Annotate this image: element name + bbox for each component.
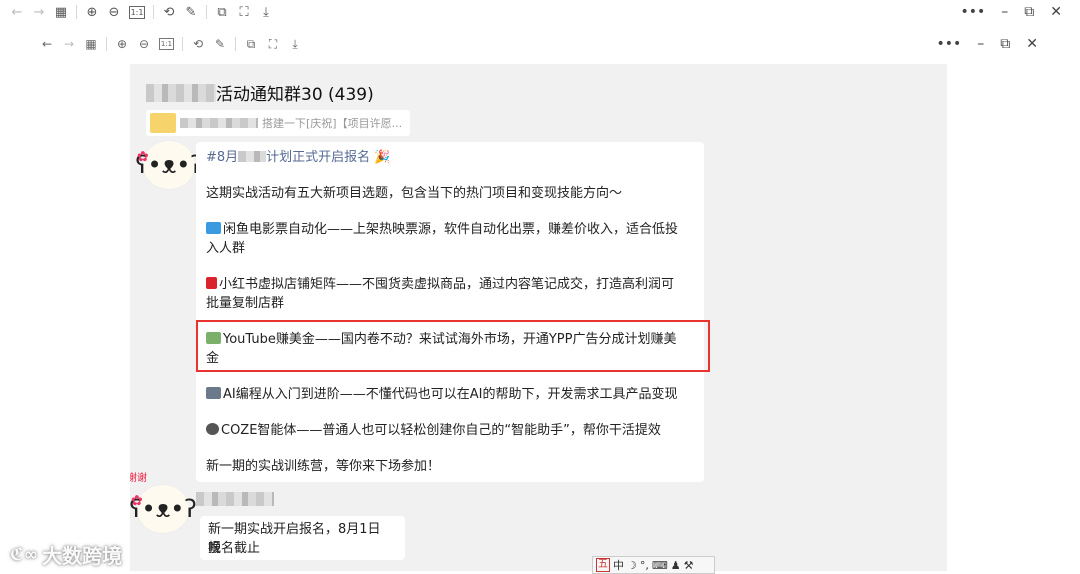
divider bbox=[206, 5, 207, 19]
crop-icon[interactable]: ⛶ bbox=[262, 33, 284, 55]
blurred-sender-name bbox=[196, 492, 274, 506]
grid-icon[interactable]: ▦ bbox=[50, 1, 72, 23]
highlight-box bbox=[196, 320, 710, 372]
punctuation-icon[interactable]: °, bbox=[640, 559, 649, 572]
hashtag-link[interactable]: #8月 bbox=[206, 150, 238, 165]
download-icon[interactable]: ⤓ bbox=[255, 1, 277, 23]
keyboard-icon[interactable]: ⌨ bbox=[652, 559, 668, 572]
minimize-icon[interactable]: – bbox=[977, 36, 984, 52]
item-text: AI编程从入门到进阶——不懂代码也可以在AI的帮助下，开发需求工具产品变现 bbox=[223, 387, 678, 402]
edit-icon[interactable]: ✎ bbox=[209, 33, 231, 55]
message-line: 批量复制店群 bbox=[206, 296, 285, 311]
rotate-icon[interactable]: ⟲ bbox=[187, 33, 209, 55]
person-at-computer-icon bbox=[206, 387, 221, 399]
divider bbox=[182, 37, 183, 51]
message-line: 小红书虚拟店铺矩阵——不囤货卖虚拟商品，通过内容笔记成交，打造高利润可 bbox=[206, 275, 692, 294]
arrow-right-icon[interactable]: → bbox=[28, 1, 50, 23]
close-icon[interactable]: ✕ bbox=[1050, 4, 1062, 20]
watermark-text: 大数跨境 bbox=[42, 544, 123, 568]
divider bbox=[235, 37, 236, 51]
ime-toolbar[interactable]: 五 中 ☽ °, ⌨ ♟ ⚒ bbox=[592, 556, 715, 574]
item-text: 闲鱼电影票自动化——上架热映票源，软件自动化出票，赚差价收入，适合低投 bbox=[223, 222, 679, 237]
divider bbox=[76, 5, 77, 19]
more-icon[interactable]: ••• bbox=[960, 4, 985, 20]
avatar[interactable]: 谢谢 ✿ ʕ•ᴥ•ʔ bbox=[130, 473, 197, 534]
thanks-tag: 谢谢 bbox=[130, 473, 147, 484]
more-icon[interactable]: ••• bbox=[936, 36, 961, 52]
message-line: #8月 计划正式开启报名 🎉 bbox=[206, 148, 692, 167]
close-icon[interactable]: ✕ bbox=[1026, 36, 1038, 52]
chat-title: 活动通知群30 (439) bbox=[146, 80, 374, 105]
group-name: 活动通知群30 (439) bbox=[216, 85, 374, 105]
divider bbox=[106, 37, 107, 51]
watermark: ℭ∞ 大数跨境 bbox=[10, 540, 122, 569]
message-bubble[interactable]: 新一期实战开启报名，8月1日晚 报名截止 bbox=[200, 516, 405, 560]
message-line: 这期实战活动有五大新项目选题，包含当下的热门项目和变现技能方向～ bbox=[206, 186, 623, 201]
ime-mode-button[interactable]: 五 bbox=[596, 558, 610, 572]
pinned-text: 搭建一下[庆祝]【项目许愿... bbox=[262, 117, 403, 130]
grid-icon[interactable]: ▦ bbox=[80, 33, 102, 55]
blurred-text bbox=[180, 118, 258, 128]
message-bubble[interactable]: #8月 计划正式开启报名 🎉 这期实战活动有五大新项目选题，包含当下的热门项目和变… bbox=[196, 142, 704, 482]
item-text: 小红书虚拟店铺矩阵——不囤货卖虚拟商品，通过内容笔记成交，打造高利润可 bbox=[219, 277, 675, 292]
message-line: 新一期的实战训练营，等你来下场参加！ bbox=[206, 459, 441, 474]
viewer-toolbar-inner: ← → ▦ ⊕ ⊖ 1:1 ⟲ ✎ ⧉ ⛶ ⤓ ••• – ⧉ ✕ bbox=[0, 32, 1080, 56]
actual-size-icon[interactable]: 1:1 bbox=[159, 38, 174, 50]
copy-icon[interactable]: ⧉ bbox=[240, 33, 262, 55]
watermark-logo-icon: ℭ∞ bbox=[10, 544, 39, 565]
message-line: AI编程从入门到进阶——不懂代码也可以在AI的帮助下，开发需求工具产品变现 bbox=[206, 385, 692, 404]
download-icon[interactable]: ⤓ bbox=[284, 33, 306, 55]
divider bbox=[153, 5, 154, 19]
copy-icon[interactable]: ⧉ bbox=[211, 1, 233, 23]
ticket-icon bbox=[206, 222, 221, 234]
blurred-text bbox=[146, 83, 216, 102]
actual-size-icon[interactable]: 1:1 bbox=[129, 5, 145, 19]
crop-icon[interactable]: ⛶ bbox=[233, 1, 255, 23]
message-line: COZE智能体——普通人也可以轻松创建你自己的“智能助手”，帮你干活提效 bbox=[206, 421, 692, 440]
party-popper-icon: 🎉 bbox=[370, 150, 391, 165]
user-icon[interactable]: ♟ bbox=[671, 559, 681, 572]
robot-face-icon bbox=[206, 423, 219, 435]
restore-icon[interactable]: ⧉ bbox=[1024, 4, 1034, 20]
message-line: 闲鱼电影票自动化——上架热映票源，软件自动化出票，赚差价收入，适合低投 bbox=[206, 220, 692, 239]
chat-screenshot: 活动通知群30 (439) 搭建一下[庆祝]【项目许愿... ✿ ʕ•ᴥ•ʔ #… bbox=[130, 64, 947, 571]
wrench-icon[interactable]: ⚒ bbox=[684, 559, 694, 572]
zoom-out-icon[interactable]: ⊖ bbox=[133, 33, 155, 55]
minimize-icon[interactable]: – bbox=[1001, 4, 1008, 20]
pinned-message[interactable]: 搭建一下[庆祝]【项目许愿... bbox=[146, 110, 410, 136]
message-line: 入人群 bbox=[206, 241, 246, 256]
rotate-icon[interactable]: ⟲ bbox=[158, 1, 180, 23]
restore-icon[interactable]: ⧉ bbox=[1000, 36, 1010, 52]
blurred-text bbox=[238, 151, 267, 162]
zoom-in-icon[interactable]: ⊕ bbox=[81, 1, 103, 23]
edit-icon[interactable]: ✎ bbox=[180, 1, 202, 23]
pinned-thumbnail bbox=[150, 113, 176, 133]
item-text: COZE智能体——普通人也可以轻松创建你自己的“智能助手”，帮你干活提效 bbox=[221, 423, 661, 438]
moon-icon[interactable]: ☽ bbox=[627, 559, 637, 572]
arrow-left-icon[interactable]: ← bbox=[6, 1, 28, 23]
hashtag-link-rest[interactable]: 计划正式开启报名 bbox=[266, 150, 370, 165]
zoom-in-icon[interactable]: ⊕ bbox=[111, 33, 133, 55]
red-book-icon bbox=[206, 277, 217, 289]
arrow-right-icon[interactable]: → bbox=[58, 33, 80, 55]
zoom-out-icon[interactable]: ⊖ bbox=[103, 1, 125, 23]
ime-lang-button[interactable]: 中 bbox=[613, 557, 624, 573]
arrow-left-icon[interactable]: ← bbox=[36, 33, 58, 55]
flower-icon: ✿ bbox=[131, 493, 143, 509]
avatar[interactable]: ✿ ʕ•ᴥ•ʔ bbox=[135, 140, 203, 190]
viewer-toolbar-outer: ← → ▦ ⊕ ⊖ 1:1 ⟲ ✎ ⧉ ⛶ ⤓ ••• – ⧉ ✕ bbox=[0, 0, 1080, 24]
message-line: 报名截止 bbox=[208, 541, 261, 556]
flower-icon: ✿ bbox=[137, 149, 149, 165]
